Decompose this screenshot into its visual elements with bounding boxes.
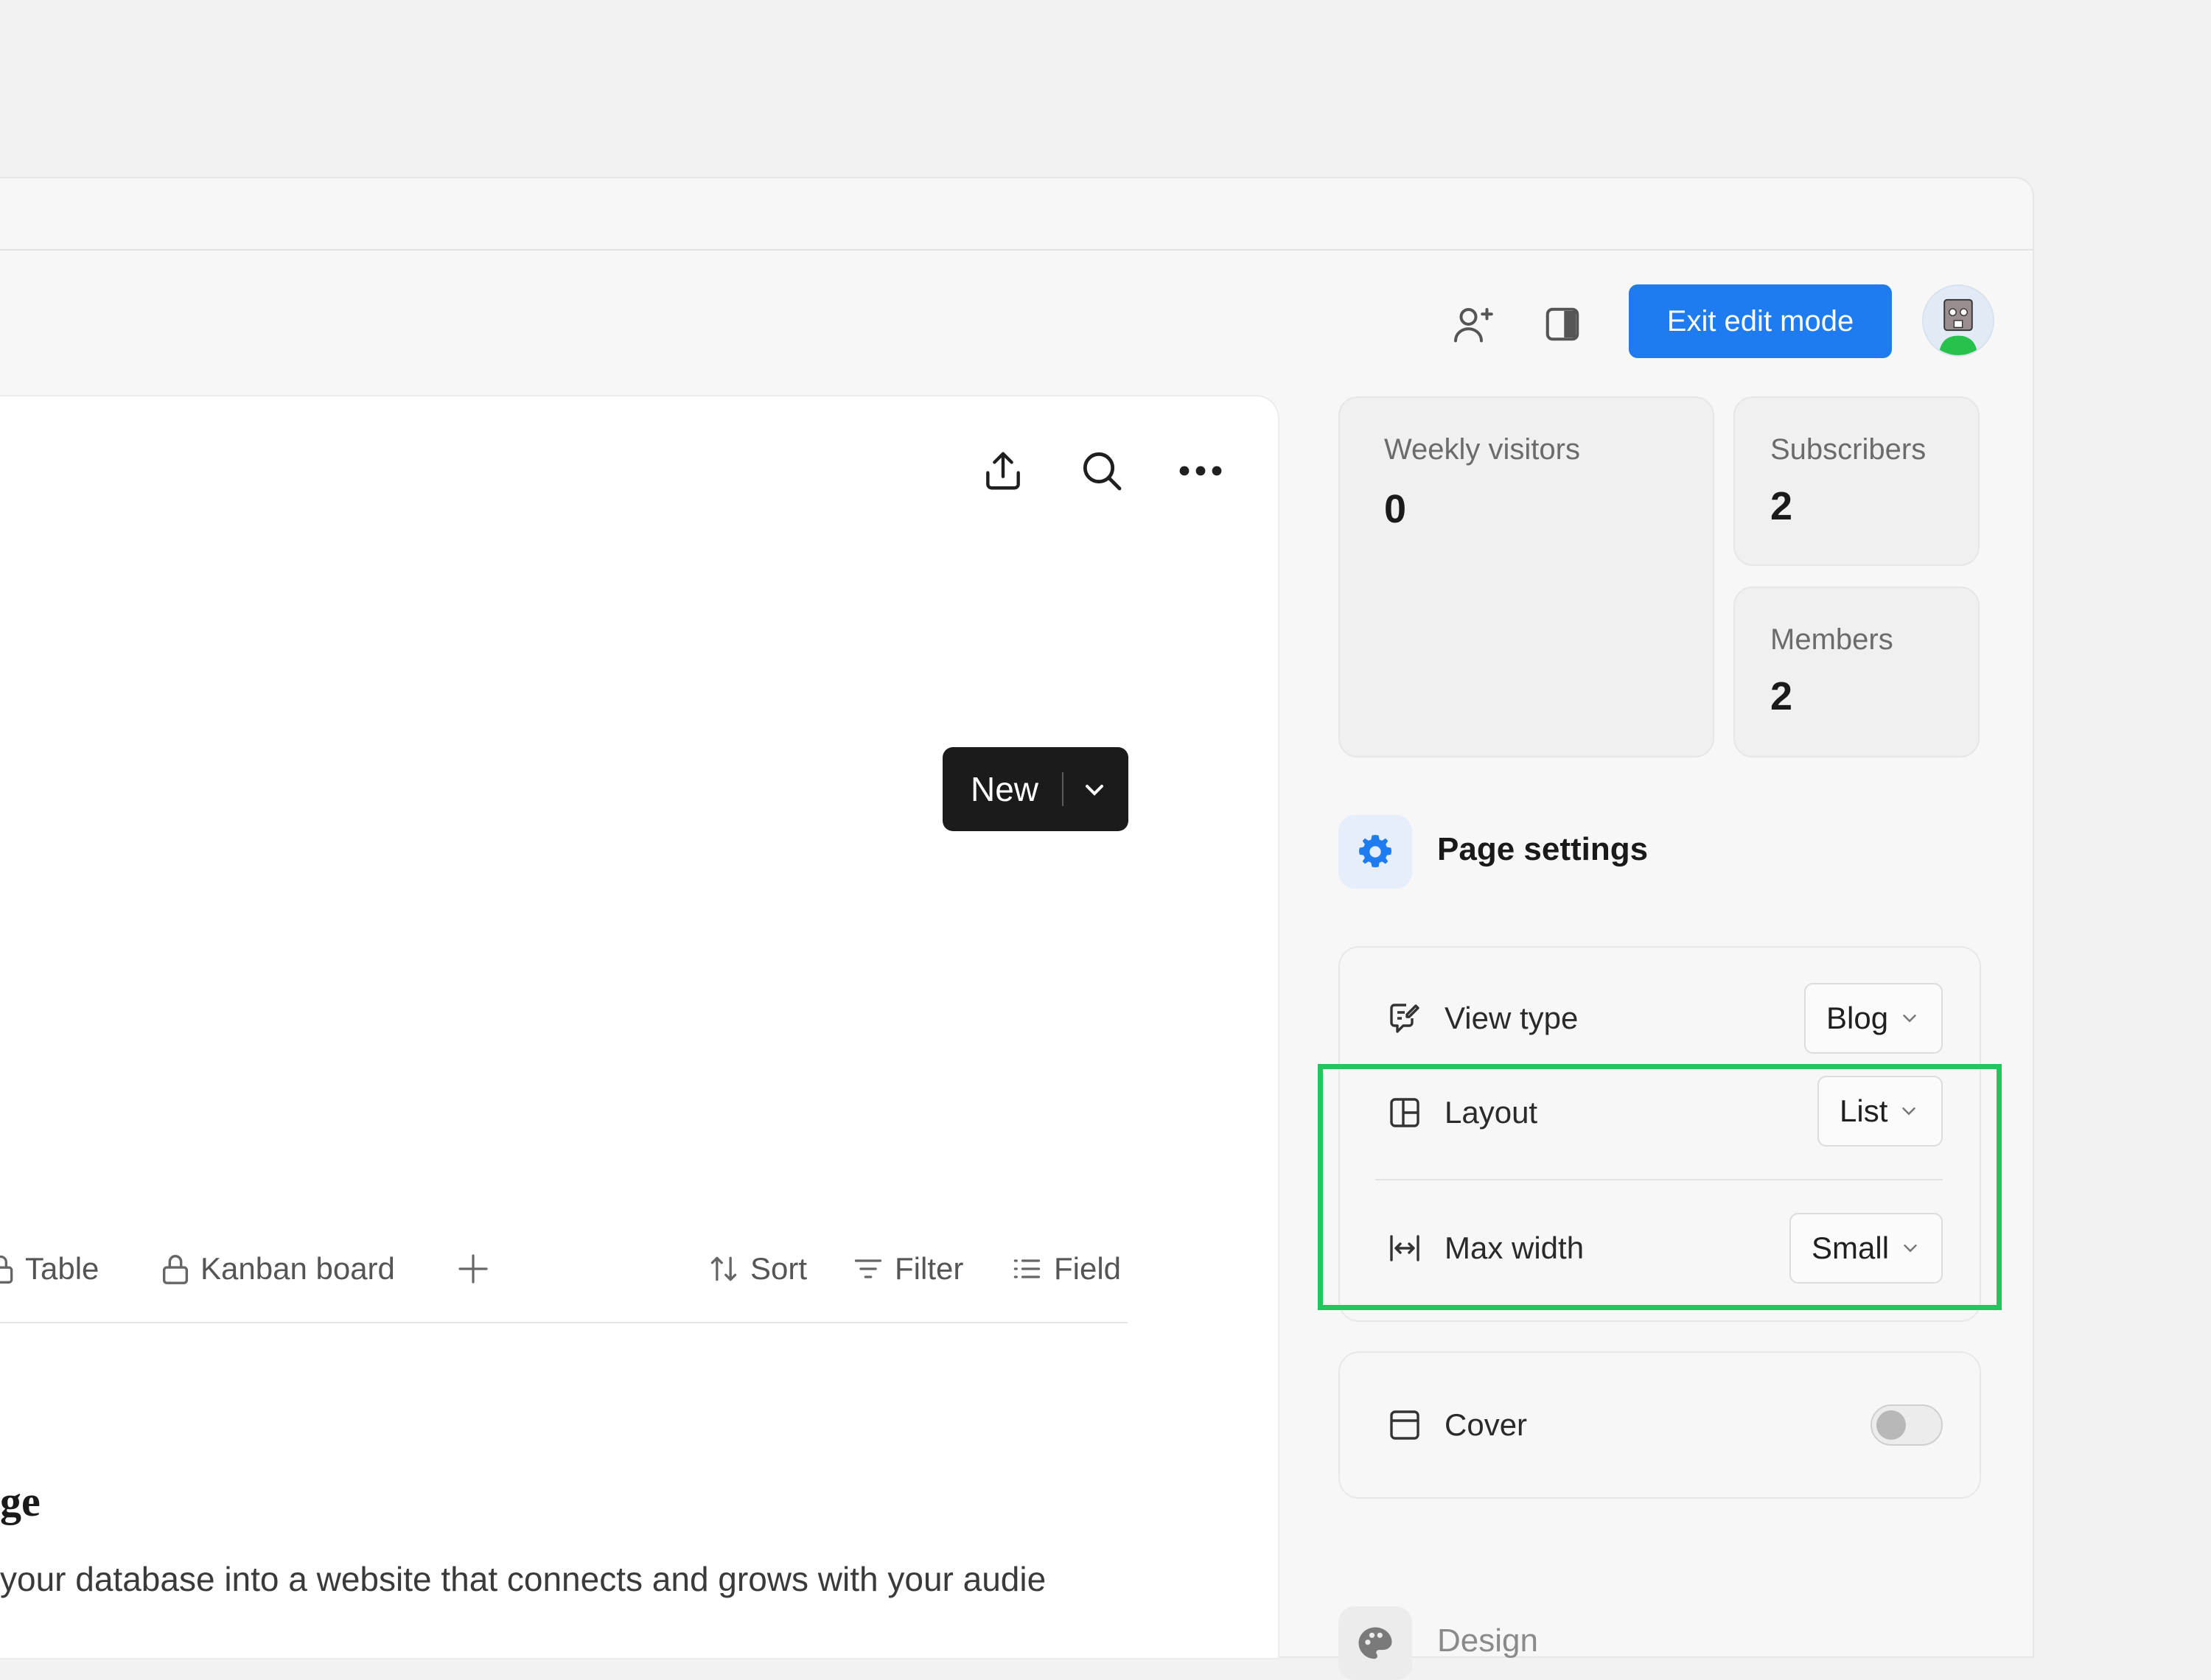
new-button-label: New [971, 770, 1039, 808]
chevron-down-icon [1903, 1015, 1916, 1023]
tab-kanban-board[interactable]: Kanban board [161, 1247, 395, 1291]
window-titlebar [0, 178, 2033, 251]
stat-value: 2 [1770, 484, 1793, 528]
message-edit-icon [1390, 1004, 1419, 1033]
gear-icon [1358, 835, 1392, 868]
field-label: Field [1054, 1251, 1122, 1286]
filter-icon [854, 1259, 882, 1278]
view-type-value: Blog [1826, 1001, 1889, 1035]
chevron-down-icon[interactable] [1080, 775, 1109, 805]
list-icon [1013, 1259, 1041, 1278]
main-content-card [0, 396, 1278, 1658]
filter-button[interactable]: Filter [852, 1247, 963, 1291]
page-settings-title: Page settings [1437, 831, 1649, 867]
plus-icon [458, 1254, 488, 1284]
stat-value: 0 [1384, 487, 1407, 531]
lock-icon [162, 1255, 189, 1284]
stat-value: 2 [1770, 674, 1793, 718]
page-settings-icon-box [1338, 815, 1412, 889]
field-button[interactable]: Field [1010, 1247, 1121, 1291]
add-view-button[interactable] [455, 1247, 491, 1291]
new-button[interactable]: New [943, 747, 1128, 831]
sidebar-toggle-icon[interactable] [1537, 299, 1587, 349]
stat-title: Subscribers [1770, 433, 1927, 466]
sort-label: Sort [750, 1251, 808, 1286]
stat-title: Weekly visitors [1384, 433, 1580, 466]
lock-icon [0, 1255, 13, 1284]
cover-label: Cover [1445, 1407, 1528, 1442]
weekly-visitors-card: Weekly visitors 0 [1338, 396, 1714, 757]
highlight-box [1318, 1064, 2002, 1310]
page-heading: ge [0, 1477, 41, 1525]
avatar[interactable] [1922, 284, 1994, 357]
tab-table[interactable]: Table [0, 1247, 99, 1291]
view-type-label: View type [1445, 1001, 1579, 1035]
invite-user-icon[interactable] [1449, 299, 1499, 349]
exit-edit-mode-button[interactable]: Exit edit mode [1629, 284, 1892, 358]
cover-image-icon [1390, 1410, 1419, 1440]
sort-icon [710, 1256, 737, 1281]
toggle-knob [1876, 1410, 1906, 1440]
share-icon[interactable] [977, 445, 1029, 497]
toolbar-divider [0, 1322, 1128, 1323]
tab-label: Kanban board [200, 1251, 395, 1286]
page-description: your database into a website that connec… [0, 1560, 1047, 1598]
tab-label: Table [25, 1251, 99, 1286]
more-options-icon[interactable] [1175, 445, 1226, 497]
design-title: Design [1437, 1623, 1538, 1659]
cover-toggle[interactable] [1871, 1404, 1943, 1446]
sort-button[interactable]: Sort [708, 1247, 807, 1291]
members-card: Members 2 [1733, 587, 1980, 757]
design-icon-box [1338, 1606, 1412, 1680]
search-icon[interactable] [1076, 445, 1128, 497]
new-button-divider [1062, 772, 1063, 806]
subscribers-card: Subscribers 2 [1733, 396, 1980, 566]
filter-label: Filter [895, 1251, 964, 1286]
view-type-select[interactable]: Blog [1804, 983, 1943, 1054]
stat-title: Members [1770, 623, 1893, 656]
